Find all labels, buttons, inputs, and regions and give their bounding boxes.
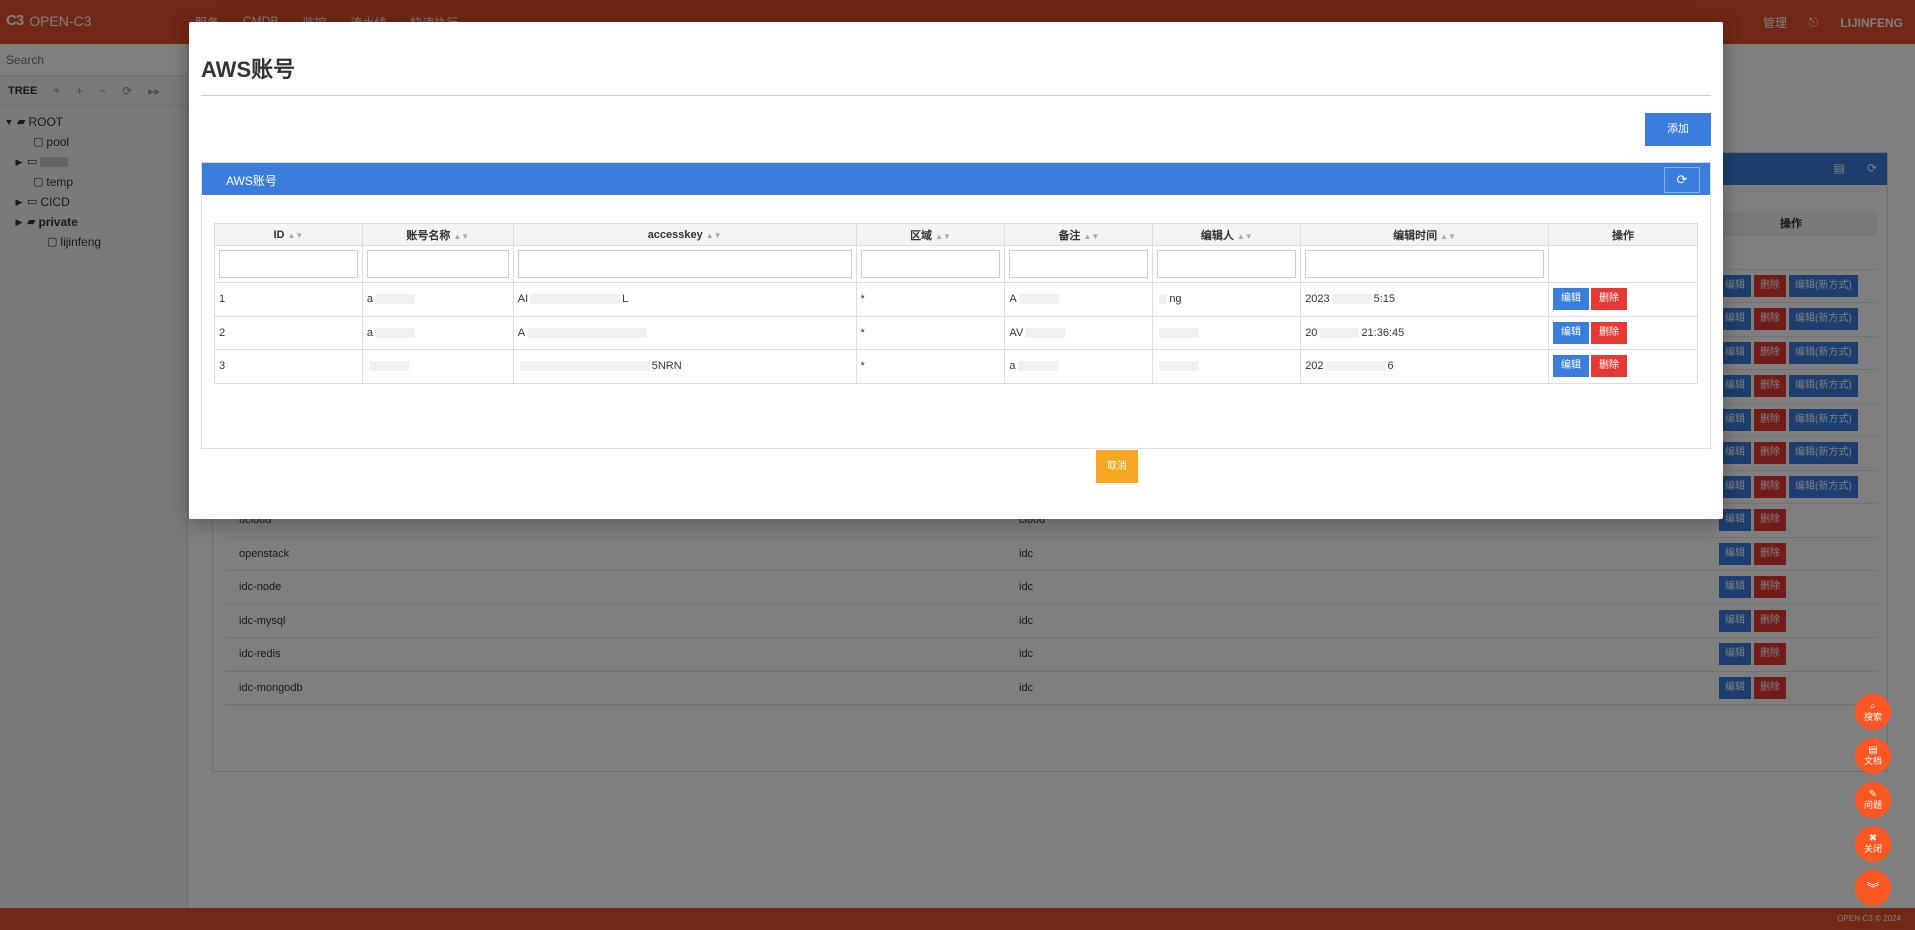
cell-region: * — [855, 282, 1006, 317]
panel-header: AWS账号 ⟳ — [202, 163, 1710, 195]
table-header-row: ID ▲▼ 账号名称 ▲▼ accesskey ▲▼ 区域 ▲▼ 备注 ▲▼ 编辑人 ▲▼ … — [214, 223, 1698, 246]
edit-button[interactable]: 编辑 — [1553, 288, 1590, 311]
filter-input-name[interactable] — [366, 250, 509, 278]
cell-edit-time: 20 21:36:45 — [1300, 315, 1550, 350]
cell-edit-time: 202 6 — [1300, 349, 1550, 384]
cell-id: 2 — [214, 315, 363, 350]
table-row: 2 a A * AV 20 21:36:45 编辑 删除 — [214, 315, 1698, 350]
cell-edit-time: 2023 5:15 — [1300, 282, 1550, 317]
cell-note: a — [1004, 349, 1154, 384]
accounts-panel: AWS账号 ⟳ ID ▲▼ 账号名称 ▲▼ accesskey ▲▼ 区域 ▲▼ 备注 ▲… — [201, 162, 1711, 449]
sort-icon: ▲▼ — [1083, 231, 1100, 241]
cancel-button[interactable]: 取消 — [1096, 450, 1138, 483]
filter-input-id[interactable] — [219, 250, 358, 278]
floating-actions: ⌕ 搜索 ▤ 文档 ✎ 问题 ✖ 关闭 ︾ — [1855, 694, 1891, 906]
column-header-id[interactable]: ID ▲▼ — [214, 223, 363, 246]
column-header-editor[interactable]: 编辑人 ▲▼ — [1152, 223, 1302, 246]
cell-accesskey: A — [512, 315, 857, 350]
cell-actions: 编辑 删除 — [1548, 315, 1698, 350]
refresh-button[interactable]: ⟳ — [1664, 167, 1700, 193]
column-header-accesskey[interactable]: accesskey ▲▼ — [512, 223, 857, 246]
column-header-actions: 操作 — [1548, 223, 1698, 246]
filter-input-note[interactable] — [1009, 250, 1149, 278]
cell-id: 3 — [214, 349, 363, 384]
cell-note: A — [1004, 282, 1154, 317]
delete-button[interactable]: 删除 — [1591, 355, 1628, 378]
column-header-region[interactable]: 区域 ▲▼ — [855, 223, 1006, 246]
filter-input-edit-time[interactable] — [1305, 250, 1545, 278]
accounts-table: ID ▲▼ 账号名称 ▲▼ accesskey ▲▼ 区域 ▲▼ 备注 ▲▼ 编辑人 ▲▼ … — [214, 223, 1698, 384]
fab-close-button[interactable]: ✖ 关闭 — [1855, 826, 1891, 862]
sort-icon: ▲▼ — [1440, 231, 1457, 241]
cell-accesskey: AI L — [512, 282, 857, 317]
fab-label: 文档 — [1863, 756, 1882, 766]
sort-icon: ▲▼ — [1236, 231, 1253, 241]
column-header-name[interactable]: 账号名称 ▲▼ — [361, 223, 514, 246]
cell-region: * — [855, 315, 1006, 350]
modal-title: AWS账号 — [201, 57, 296, 82]
cell-editor — [1152, 315, 1302, 350]
cell-name — [361, 349, 514, 384]
fab-label: 问题 — [1863, 800, 1882, 810]
cell-actions: 编辑 删除 — [1548, 282, 1698, 317]
chevron-down-icon: ︾ — [1866, 880, 1880, 896]
cell-actions: 编辑 删除 — [1548, 349, 1698, 384]
divider — [201, 95, 1711, 96]
search-icon: ⌕ — [1870, 701, 1876, 712]
column-header-edit-time[interactable]: 编辑时间 ▲▼ — [1300, 223, 1550, 246]
cell-name: a — [361, 282, 514, 317]
cell-name: a — [361, 315, 514, 350]
book-icon: ▤ — [1868, 745, 1878, 756]
fab-label: 关闭 — [1863, 844, 1882, 854]
close-icon: ✖ — [1868, 833, 1878, 844]
column-header-note[interactable]: 备注 ▲▼ — [1004, 223, 1154, 246]
cell-accesskey: 5NRN — [512, 349, 857, 384]
cell-editor: ng — [1152, 282, 1302, 317]
cell-id: 1 — [214, 282, 363, 317]
filter-input-editor[interactable] — [1157, 250, 1297, 278]
sort-icon: ▲▼ — [287, 230, 304, 240]
aws-account-modal: AWS账号 添加 AWS账号 ⟳ ID ▲▼ 账号名称 ▲▼ accesskey ▲▼… — [189, 22, 1723, 519]
edit-button[interactable]: 编辑 — [1553, 321, 1590, 344]
cell-region: * — [855, 349, 1006, 384]
filter-row — [214, 245, 1698, 283]
sort-icon: ▲▼ — [935, 231, 951, 241]
filter-input-region[interactable] — [860, 250, 1001, 278]
cell-note: AV — [1004, 315, 1154, 350]
fab-collapse-button[interactable]: ︾ — [1855, 870, 1891, 906]
filter-input-accesskey[interactable] — [517, 250, 852, 278]
fab-search-button[interactable]: ⌕ 搜索 — [1855, 694, 1891, 730]
edit-button[interactable]: 编辑 — [1553, 355, 1590, 378]
delete-button[interactable]: 删除 — [1591, 288, 1628, 311]
fab-docs-button[interactable]: ▤ 文档 — [1855, 738, 1891, 774]
delete-button[interactable]: 删除 — [1591, 321, 1628, 344]
cell-editor — [1152, 349, 1302, 384]
sort-icon: ▲▼ — [705, 230, 722, 240]
refresh-icon: ⟳ — [1676, 172, 1688, 187]
table-row: 3 5NRN * a 202 6 编辑 删除 — [214, 349, 1698, 384]
table-row: 1 a AI L * A ng 2023 5:15 编辑 删除 — [214, 282, 1698, 317]
add-button[interactable]: 添加 — [1645, 113, 1711, 146]
fab-label: 搜索 — [1863, 712, 1882, 722]
panel-title: AWS账号 — [226, 174, 277, 188]
sort-icon: ▲▼ — [453, 231, 470, 241]
edit-icon: ✎ — [1868, 789, 1878, 800]
fab-issue-button[interactable]: ✎ 问题 — [1855, 782, 1891, 818]
